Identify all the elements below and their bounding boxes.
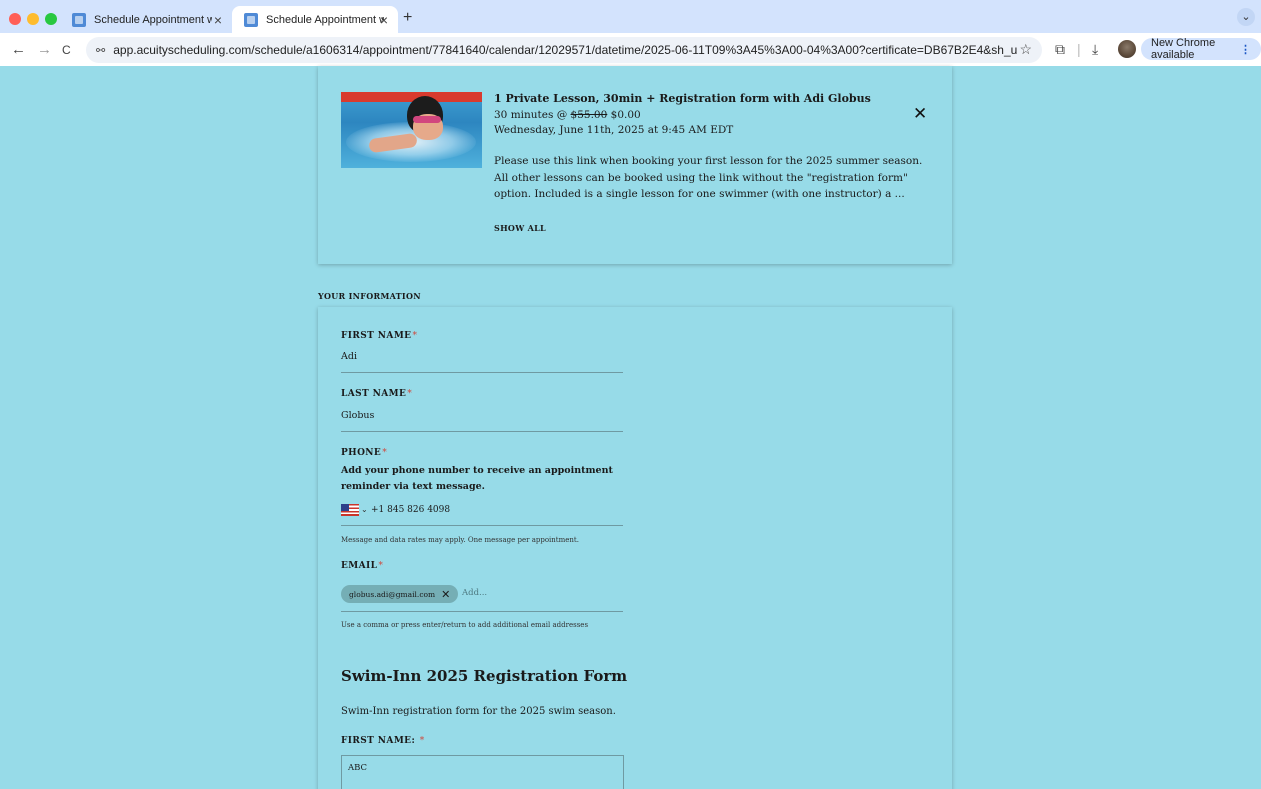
swimmer-photo <box>341 92 482 168</box>
tab-close-icon[interactable]: × <box>214 12 222 28</box>
email-chip: globus.adi@gmail.com ✕ <box>341 585 459 603</box>
appointment-new-price: $0.00 <box>610 109 641 121</box>
email-add-input[interactable]: Add... <box>462 588 487 598</box>
first-name-underline <box>341 372 623 373</box>
registration-first-name-label: FIRST NAME: * <box>341 736 425 746</box>
appointment-duration: 30 minutes @ <box>494 109 568 121</box>
last-name-input[interactable]: Globus <box>341 410 374 421</box>
new-tab-button[interactable]: + <box>403 9 412 27</box>
url-text: app.acuityscheduling.com/schedule/a16063… <box>113 43 1018 57</box>
registration-form-subtitle: Swim-Inn registration form for the 2025 … <box>341 706 616 717</box>
phone-help-text: Message and data rates may apply. One me… <box>341 536 579 544</box>
reload-button[interactable]: C <box>62 43 71 57</box>
appointment-title: 1 Private Lesson, 30min + Registration f… <box>494 92 871 105</box>
required-mark: * <box>419 736 425 746</box>
profile-avatar[interactable] <box>1118 40 1136 58</box>
tab-title: Schedule Appointment with S <box>266 13 384 26</box>
email-label-text: EMAIL <box>341 561 378 571</box>
email-label: EMAIL* <box>341 561 383 571</box>
tab-search-button[interactable]: ⌄ <box>1237 8 1255 26</box>
email-help-text: Use a comma or press enter/return to add… <box>341 621 589 629</box>
registration-first-name-label-text: FIRST NAME: <box>341 736 416 746</box>
registration-form-title: Swim-Inn 2025 Registration Form <box>341 667 628 685</box>
browser-toolbar: ← → C ⚯ app.acuityscheduling.com/schedul… <box>0 33 1261 66</box>
phone-input[interactable]: +1 845 826 4098 <box>371 505 450 515</box>
acuity-favicon-icon <box>72 12 86 27</box>
acuity-favicon-icon <box>244 12 258 27</box>
email-chip-text: globus.adi@gmail.com <box>349 589 436 599</box>
forward-button[interactable]: → <box>37 41 52 58</box>
chrome-update-button[interactable]: New Chrome available ⋮ <box>1141 37 1261 61</box>
goggles <box>413 116 441 123</box>
update-label: New Chrome available <box>1151 37 1216 61</box>
browser-tab-bar: Schedule Appointment with S × Schedule A… <box>0 0 1261 33</box>
window-minimize-dot[interactable] <box>27 13 39 25</box>
last-name-label: LAST NAME* <box>341 389 412 399</box>
phone-label: PHONE* <box>341 448 387 458</box>
kebab-menu-icon[interactable]: ⋮ <box>1240 43 1251 56</box>
download-icon[interactable]: ⤓ <box>1092 41 1098 58</box>
toolbar-divider: | <box>1077 41 1081 57</box>
required-mark: * <box>382 448 388 458</box>
required-mark: * <box>378 561 384 571</box>
close-icon[interactable]: ✕ <box>913 104 927 124</box>
appointment-description: Please use this link when booking your f… <box>494 155 923 200</box>
email-underline <box>341 611 623 612</box>
section-label-your-information: YOUR INFORMATION <box>318 291 421 301</box>
window-close-dot[interactable] <box>9 13 21 25</box>
tab-close-icon[interactable]: × <box>380 12 388 28</box>
registration-first-name-input[interactable]: ABC <box>341 755 624 789</box>
first-name-label-text: FIRST NAME <box>341 331 412 341</box>
appointment-datetime: Wednesday, June 11th, 2025 at 9:45 AM ED… <box>494 124 734 136</box>
tab-schedule-1[interactable]: Schedule Appointment with S × <box>60 6 232 33</box>
show-all-link[interactable]: SHOW ALL <box>494 223 546 233</box>
us-flag-icon[interactable] <box>341 504 359 516</box>
address-bar[interactable]: ⚯ app.acuityscheduling.com/schedule/a160… <box>86 37 1042 63</box>
chevron-down-icon[interactable]: ⌄ <box>361 505 368 514</box>
last-name-label-text: LAST NAME <box>341 389 407 399</box>
phone-label-text: PHONE <box>341 448 382 458</box>
window-zoom-dot[interactable] <box>45 13 57 25</box>
first-name-label: FIRST NAME* <box>341 331 417 341</box>
phone-underline <box>341 525 623 526</box>
first-name-input[interactable]: Adi <box>341 351 357 362</box>
tune-icon[interactable]: ⚯ <box>96 44 105 57</box>
appointment-old-price: $55.00 <box>570 109 608 121</box>
tab-title: Schedule Appointment with S <box>94 13 212 26</box>
required-mark: * <box>412 331 418 341</box>
remove-email-icon[interactable]: ✕ <box>441 588 450 601</box>
phone-reminder-note: Add your phone number to receive an appo… <box>341 465 613 492</box>
puzzle-icon[interactable]: ⧉ <box>1055 41 1065 58</box>
star-icon[interactable]: ☆ <box>1019 41 1032 58</box>
last-name-underline <box>341 431 623 432</box>
tab-schedule-2[interactable]: Schedule Appointment with S × <box>232 6 398 33</box>
back-button[interactable]: ← <box>11 41 26 58</box>
appointment-price-line: 30 minutes @ $55.00 $0.00 <box>494 109 641 121</box>
required-mark: * <box>407 389 413 399</box>
